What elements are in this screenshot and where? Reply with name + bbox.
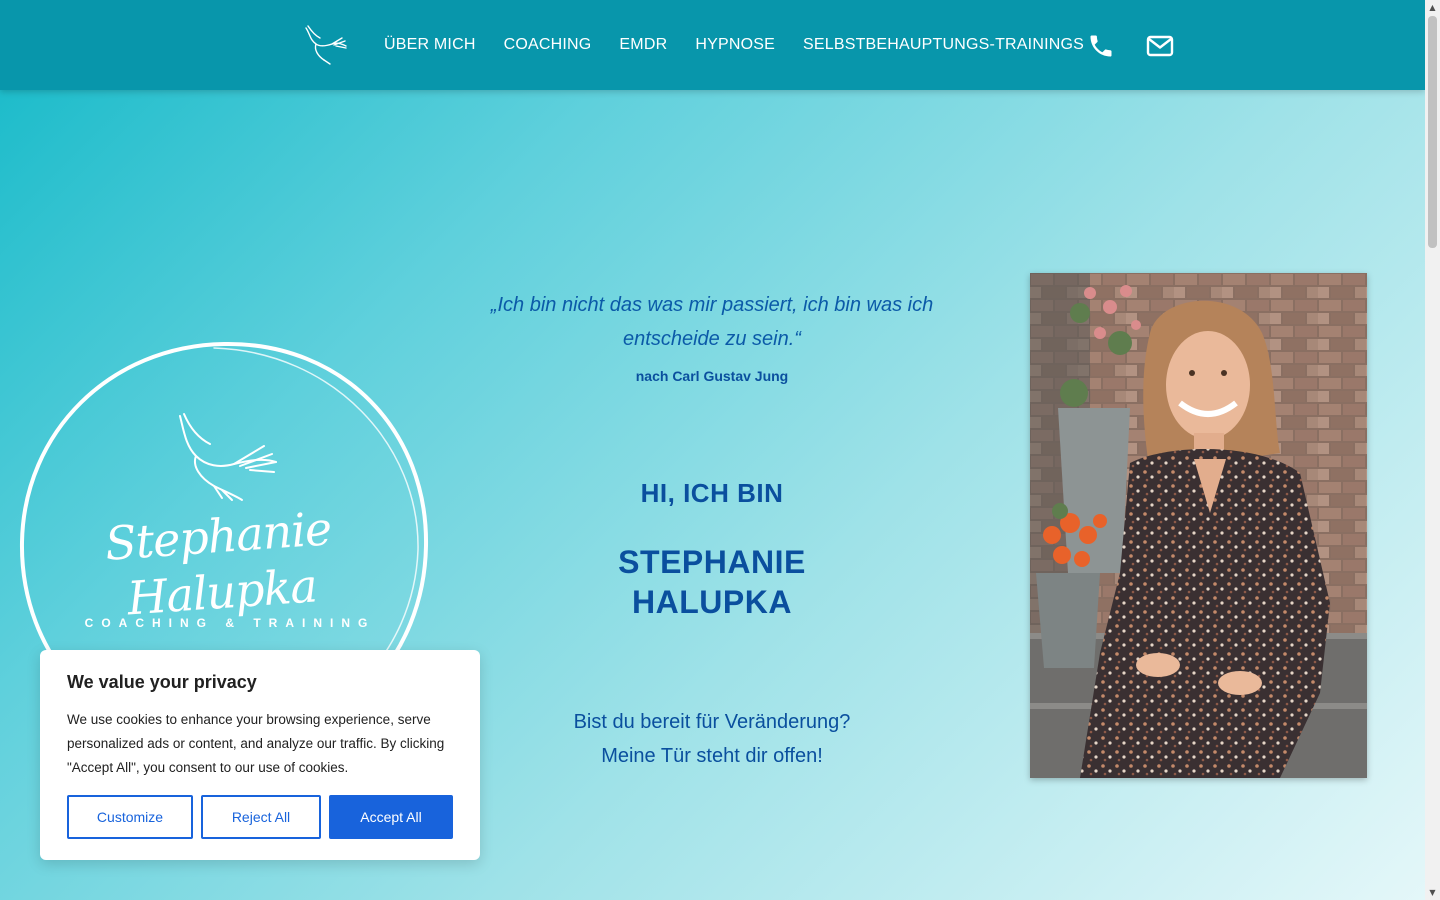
- nav-item-emdr[interactable]: EMDR: [619, 34, 667, 56]
- page: ÜBER MICH COACHING EMDR HYPNOSE SELBSTBE…: [0, 0, 1425, 900]
- accept-all-button[interactable]: Accept All: [329, 795, 453, 839]
- scrollbar-thumb[interactable]: [1428, 16, 1437, 248]
- mail-icon[interactable]: [1146, 32, 1174, 60]
- bird-logo-icon[interactable]: [302, 24, 348, 66]
- quote-text: „Ich bin nicht das was mir passiert, ich…: [490, 294, 934, 350]
- cookie-title: We value your privacy: [67, 672, 257, 692]
- portrait-photo: [1030, 273, 1367, 778]
- quote-author: nach Carl Gustav Jung: [635, 368, 789, 384]
- cookie-consent-banner: We value your privacy We use cookies to …: [40, 650, 480, 860]
- name-line-first: STEPHANIE: [618, 544, 806, 580]
- page-scrollbar[interactable]: ▲ ▼: [1425, 0, 1440, 900]
- nav-item-ueber-mich[interactable]: ÜBER MICH: [384, 34, 476, 56]
- greeting-heading: HI, ICH BIN: [640, 478, 784, 508]
- site-header: ÜBER MICH COACHING EMDR HYPNOSE SELBSTBE…: [0, 0, 1425, 90]
- quote-block: „Ich bin nicht das was mir passiert, ich…: [490, 288, 934, 384]
- tagline-line-1: Bist du bereit für Veränderung?: [573, 711, 851, 733]
- name-line-last: HALUPKA: [632, 584, 792, 620]
- scroll-down-arrow-icon[interactable]: ▼: [1425, 885, 1440, 900]
- nav-item-coaching[interactable]: COACHING: [504, 34, 592, 56]
- main-nav: ÜBER MICH COACHING EMDR HYPNOSE SELBSTBE…: [384, 34, 1084, 56]
- reject-all-button[interactable]: Reject All: [201, 795, 321, 839]
- bird-emblem-icon: [179, 413, 277, 501]
- phone-icon[interactable]: [1087, 32, 1115, 60]
- nav-item-hypnose[interactable]: HYPNOSE: [695, 34, 775, 56]
- nav-item-selbstbehauptungs-trainings[interactable]: SELBSTBEHAUPTUNGS-TRAININGS: [803, 34, 1084, 56]
- scroll-up-arrow-icon[interactable]: ▲: [1425, 0, 1440, 15]
- tagline-line-2: Meine Tür steht dir offen!: [601, 745, 823, 767]
- hero-tagline: Bist du bereit für Veränderung? Meine Tü…: [490, 705, 934, 773]
- brand-tagline: COACHING & TRAINING: [84, 616, 376, 630]
- cookie-text: We use cookies to enhance your browsing …: [67, 712, 445, 775]
- name-heading: STEPHANIE HALUPKA: [490, 542, 934, 622]
- customize-button[interactable]: Customize: [67, 795, 193, 839]
